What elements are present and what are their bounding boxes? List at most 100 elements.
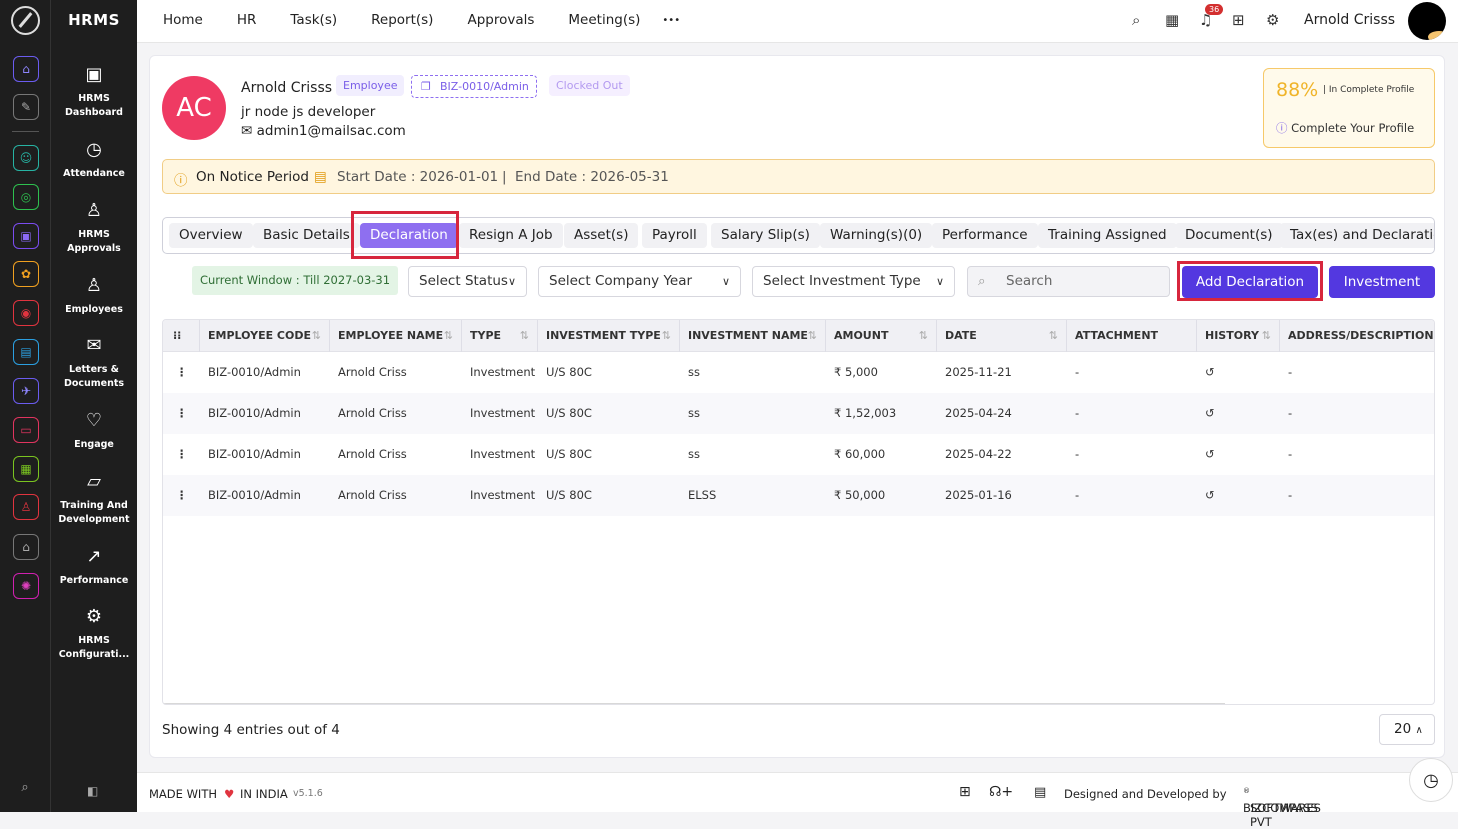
row-menu-icon[interactable]: ⋮ <box>168 393 188 434</box>
employee-code-text: BIZ-0010/Admin <box>440 80 529 93</box>
sidebar-item-label: Engage <box>74 439 114 450</box>
sidebar-item-hrms-dashboard[interactable]: ▣ HRMS Dashboard <box>51 64 137 120</box>
tab-performance[interactable]: Performance <box>932 223 1038 248</box>
settings-gear-icon[interactable]: ⚙ <box>1266 11 1279 29</box>
company-year-select[interactable]: Select Company Year ∨ <box>538 266 741 297</box>
history-icon[interactable]: ↺ <box>1197 352 1215 393</box>
archive-app-icon[interactable]: ▤ <box>13 339 39 365</box>
tab-documents[interactable]: Document(s) <box>1175 223 1283 248</box>
document-app-icon[interactable]: ▦ <box>13 456 39 482</box>
search-input[interactable]: ⌕ Search <box>967 266 1170 297</box>
tab-basic-details[interactable]: Basic Details <box>253 223 360 248</box>
col-employee-name[interactable]: EMPLOYEE NAME ⇅ <box>330 320 462 352</box>
complete-profile-link[interactable]: ⓘ Complete Your Profile <box>1276 120 1414 136</box>
sidebar-item-engage[interactable]: ♡ Engage <box>51 410 137 452</box>
menu-home[interactable]: Home <box>163 12 203 30</box>
chevron-down-icon: ∨ <box>721 275 730 288</box>
row-menu-icon[interactable]: ⋮ <box>168 475 188 516</box>
sidebar-item-employees[interactable]: ♙ Employees <box>51 275 137 317</box>
menu-approvals[interactable]: Approvals <box>467 12 534 30</box>
sidebar-item-configuration[interactable]: ⚙ HRMS Configurati... <box>51 606 137 662</box>
history-icon[interactable]: ↺ <box>1197 475 1215 516</box>
status-select[interactable]: Select Status ∨ <box>408 266 527 297</box>
history-icon[interactable]: ↺ <box>1197 434 1215 475</box>
sidebar-item-training[interactable]: ▱ Training And Development <box>51 471 137 527</box>
briefcase-app-icon[interactable]: ▣ <box>13 223 39 249</box>
row-menu-icon[interactable]: ⋮ <box>168 352 188 393</box>
people-app-icon[interactable]: ☺ <box>13 145 39 171</box>
user-avatar[interactable] <box>1408 2 1446 40</box>
user-app-icon[interactable]: ♙ <box>13 494 39 520</box>
sidebar: HRMS ▣ HRMS Dashboard ◷ Attendance ♙ HRMS A… <box>51 0 137 812</box>
col-type[interactable]: TYPE ⇅ <box>462 320 538 352</box>
chevron-up-icon: ∧ <box>1415 725 1423 736</box>
cell-attachment: - <box>1075 406 1080 420</box>
tab-payroll[interactable]: Payroll <box>642 223 707 248</box>
receipt-icon[interactable]: ▤ <box>1034 785 1046 800</box>
timer-icon[interactable]: ◷ <box>1409 758 1453 802</box>
col-investment-type[interactable]: INVESTMENT TYPE ⇅ <box>538 320 680 352</box>
employees-icon: ♙ <box>85 275 103 296</box>
hrms-app-icon[interactable]: ✿ <box>13 261 39 287</box>
calendar-icon[interactable]: ▦ <box>1165 11 1179 29</box>
target-app-icon[interactable]: ◉ <box>13 300 39 326</box>
monitor-app-icon[interactable]: ▭ <box>13 417 39 443</box>
support-icon[interactable]: ☊+ <box>989 784 1013 800</box>
menu-tasks[interactable]: Task(s) <box>290 12 337 30</box>
sort-icon: ⇅ <box>311 329 321 342</box>
apps-grid-icon[interactable]: ⊞ <box>1232 11 1245 29</box>
sidebar-item-approvals[interactable]: ♙ HRMS Approvals <box>51 200 137 256</box>
investment-button[interactable]: Investment <box>1329 266 1435 298</box>
collapse-sidebar-icon[interactable]: ◧ <box>87 784 98 798</box>
house-app-icon[interactable]: ⌂ <box>13 534 39 560</box>
attendance-icon: ◷ <box>86 139 102 160</box>
row-menu-icon[interactable]: ⋮ <box>168 434 188 475</box>
pin-app-icon[interactable]: ✎ <box>13 94 39 120</box>
tab-resign[interactable]: Resign A Job <box>459 223 563 248</box>
sidebar-item-performance[interactable]: ↗ Performance <box>51 546 137 588</box>
sidebar-item-attendance[interactable]: ◷ Attendance <box>51 139 137 181</box>
user-name[interactable]: Arnold Crisss <box>1304 12 1395 28</box>
cell-investment-name: ss <box>688 365 700 379</box>
plane-app-icon[interactable]: ✈ <box>13 378 39 404</box>
tab-assets[interactable]: Asset(s) <box>564 223 639 248</box>
cell-address: - <box>1288 488 1293 502</box>
menu-meetings[interactable]: Meeting(s) <box>568 12 640 30</box>
windows-icon[interactable]: ⊞ <box>959 784 971 800</box>
history-icon[interactable]: ↺ <box>1197 393 1215 434</box>
horizontal-scrollbar[interactable] <box>163 703 1225 704</box>
tab-overview[interactable]: Overview <box>169 223 253 248</box>
notice-label: On Notice Period <box>196 169 309 185</box>
page-size-select[interactable]: 20 ∧ <box>1379 714 1435 745</box>
menu-hr[interactable]: HR <box>237 12 257 30</box>
training-icon: ▱ <box>87 471 101 492</box>
sort-icon: ⇅ <box>1048 329 1058 342</box>
tab-training-assigned[interactable]: Training Assigned <box>1038 223 1177 248</box>
column-settings-icon[interactable]: ⁝⁝ <box>163 320 200 352</box>
more-menu-icon[interactable]: ••• <box>662 12 680 30</box>
rail-search-icon[interactable]: ⌕ <box>15 780 35 800</box>
tab-warnings[interactable]: Warning(s)(0) <box>820 223 933 248</box>
settings-app-icon[interactable]: ✺ <box>13 573 39 599</box>
search-icon[interactable]: ⌕ <box>1132 11 1140 29</box>
employee-code-tag[interactable]: ❐ BIZ-0010/Admin <box>411 75 537 98</box>
investment-type-select[interactable]: Select Investment Type ∨ <box>752 266 955 297</box>
employee-card: AC Arnold Crisss Employee ❐ BIZ-0010/Admi… <box>149 55 1445 758</box>
col-investment-name[interactable]: INVESTMENT NAME ⇅ <box>680 320 826 352</box>
col-date[interactable]: DATE ⇅ <box>937 320 1067 352</box>
globe-app-icon[interactable]: ◎ <box>13 184 39 210</box>
performance-icon: ↗ <box>86 546 102 567</box>
menu-reports[interactable]: Report(s) <box>371 12 433 30</box>
notice-end-date: End Date : 2026-05-31 <box>515 169 669 185</box>
col-employee-code[interactable]: EMPLOYEE CODE ⇅ <box>200 320 330 352</box>
col-label: INVESTMENT NAME <box>688 329 808 342</box>
sidebar-item-letters[interactable]: ✉ Letters & Documents <box>51 335 137 391</box>
app-logo-icon[interactable] <box>11 6 40 35</box>
tab-taxes[interactable]: Tax(es) and Declaration <box>1280 223 1434 248</box>
sort-icon: ⇅ <box>661 329 671 342</box>
col-history[interactable]: HISTORY ⇅ <box>1197 320 1280 352</box>
top-bar: Home HR Task(s) Report(s) Approvals Meet… <box>137 0 1458 43</box>
tab-salary-slips[interactable]: Salary Slip(s) <box>711 223 820 248</box>
col-amount[interactable]: AMOUNT ⇅ <box>826 320 937 352</box>
home-app-icon[interactable]: ⌂ <box>13 56 39 82</box>
